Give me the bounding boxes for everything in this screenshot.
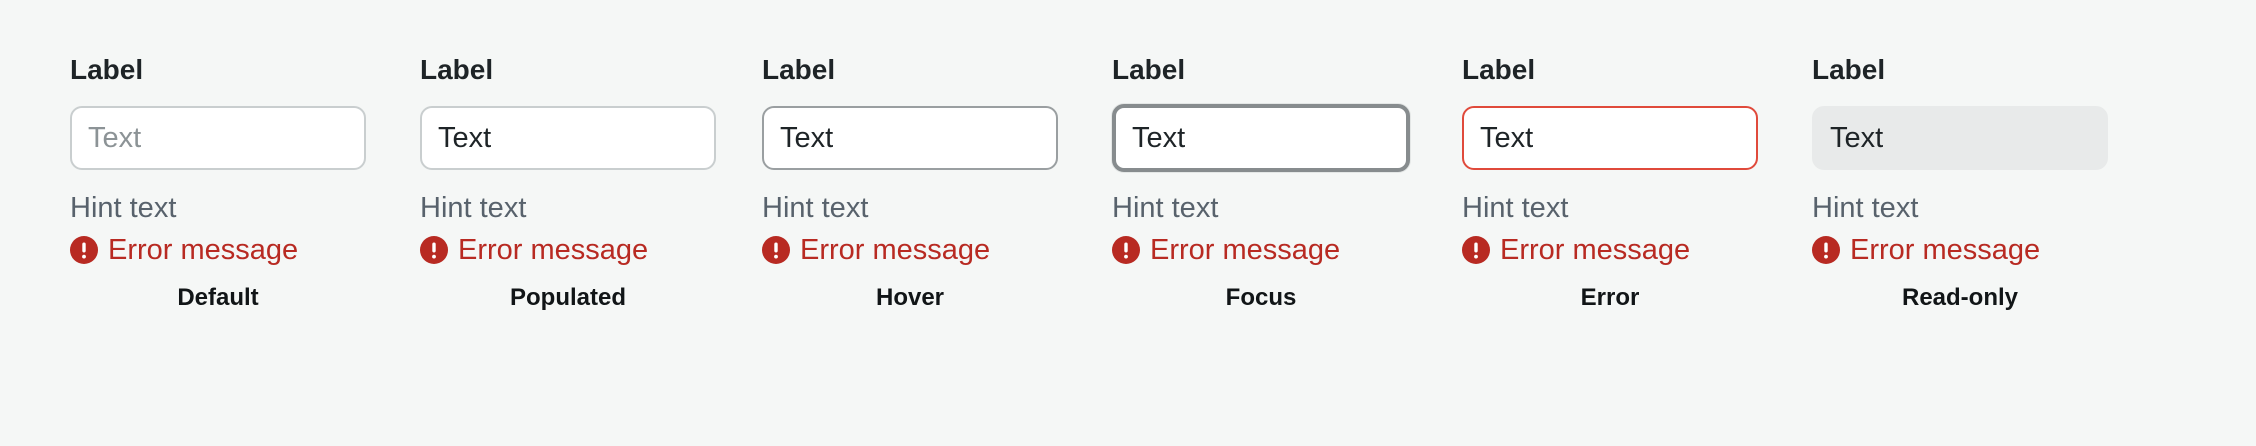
error-message: Error message xyxy=(1112,232,1340,268)
error-message: Error message xyxy=(70,232,298,268)
text-input[interactable] xyxy=(420,106,716,170)
state-caption: Read-only xyxy=(1901,284,2018,311)
error-icon xyxy=(1812,236,1840,264)
error-icon xyxy=(420,236,448,264)
error-text: Error message xyxy=(1150,234,1341,266)
hint-text: Hint text xyxy=(1462,192,1569,224)
text-input[interactable] xyxy=(1112,104,1410,172)
error-message: Error message xyxy=(1462,232,1690,268)
field-label: Label xyxy=(1462,54,1536,85)
text-field-default: Label Hint text Error message Default xyxy=(70,0,366,446)
state-caption: Default xyxy=(177,284,259,311)
text-field-read-only: Label Hint text Error message Read-only xyxy=(1812,0,2108,446)
field-label: Label xyxy=(420,54,494,85)
error-icon xyxy=(1462,236,1490,264)
error-icon xyxy=(1112,236,1140,264)
state-caption: Hover xyxy=(875,284,945,311)
text-field-error: Label Hint text Error message Error xyxy=(1462,0,1758,446)
error-text: Error message xyxy=(1500,234,1691,266)
hint-text: Hint text xyxy=(70,192,177,224)
error-text: Error message xyxy=(108,234,299,266)
state-caption: Populated xyxy=(509,284,626,311)
error-icon xyxy=(70,236,98,264)
hint-text: Hint text xyxy=(420,192,527,224)
hint-text: Hint text xyxy=(1112,192,1219,224)
text-input[interactable] xyxy=(1462,106,1758,170)
error-text: Error message xyxy=(458,234,649,266)
text-input[interactable] xyxy=(762,106,1058,170)
field-label: Label xyxy=(70,54,144,85)
hint-text: Hint text xyxy=(1812,192,1919,224)
text-field-populated: Label Hint text Error message Populated xyxy=(420,0,716,446)
error-message: Error message xyxy=(420,232,648,268)
error-text: Error message xyxy=(800,234,991,266)
text-input[interactable] xyxy=(70,106,366,170)
error-text: Error message xyxy=(1850,234,2041,266)
text-field-focus: Label Hint text Error message Focus xyxy=(1112,0,1410,446)
error-icon xyxy=(762,236,790,264)
field-label: Label xyxy=(762,54,836,85)
hint-text: Hint text xyxy=(762,192,869,224)
text-field-hover: Label Hint text Error message Hover xyxy=(762,0,1058,446)
error-message: Error message xyxy=(762,232,990,268)
field-label: Label xyxy=(1812,54,1886,85)
state-caption: Error xyxy=(1580,284,1640,311)
error-message: Error message xyxy=(1812,232,2040,268)
state-caption: Focus xyxy=(1225,284,1297,311)
field-label: Label xyxy=(1112,54,1186,85)
text-input xyxy=(1812,106,2108,170)
